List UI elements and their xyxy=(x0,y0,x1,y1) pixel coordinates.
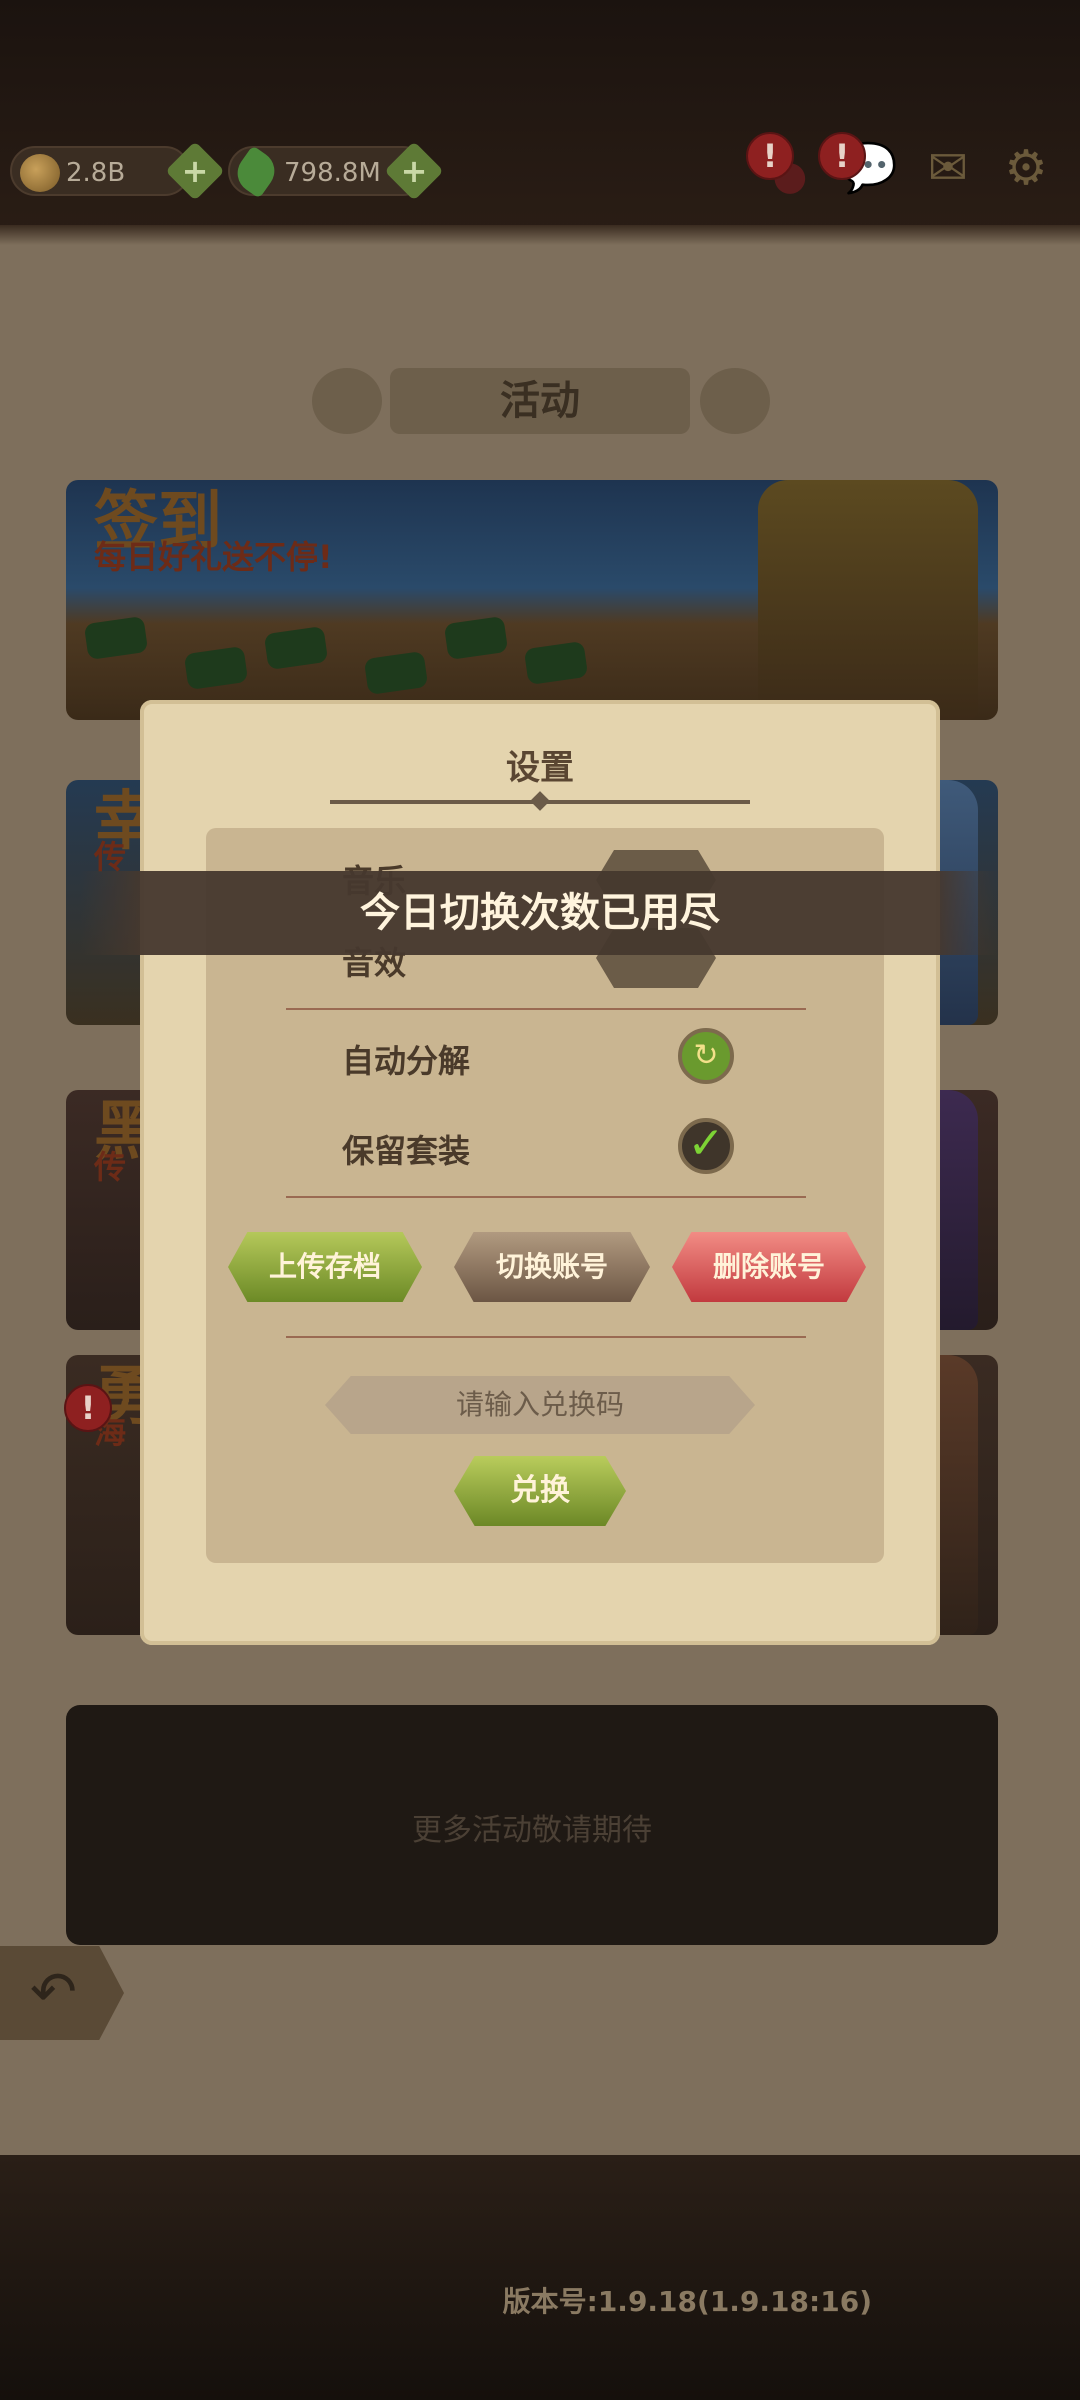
title-deco-icon xyxy=(312,368,382,434)
more-events-panel: 更多活动敬请期待 xyxy=(66,1705,998,1945)
hero-portrait xyxy=(758,480,978,720)
check-icon: ✓ xyxy=(687,1118,725,1169)
delete-account-button[interactable]: 删除账号 xyxy=(672,1232,866,1302)
keep-sets-label: 保留套装 xyxy=(342,1132,471,1170)
shrub-icon xyxy=(83,616,149,660)
back-arrow-icon: ↶ xyxy=(30,1960,77,2025)
top-bar xyxy=(0,0,1080,235)
plus-icon: + xyxy=(400,152,428,190)
shrub-icon xyxy=(263,626,329,670)
mail-icon[interactable]: ✉ xyxy=(920,140,976,196)
add-gold-button[interactable]: + xyxy=(165,141,225,201)
gear-icon[interactable]: ⚙ xyxy=(998,140,1054,196)
alert-badge: ! xyxy=(818,132,866,180)
gold-amount: 2.8B xyxy=(66,158,126,188)
redeem-button[interactable]: 兑换 xyxy=(454,1456,626,1526)
shrub-icon xyxy=(363,651,429,695)
card-subtitle: 每日好礼送不停! xyxy=(94,538,333,576)
switch-account-button[interactable]: 切换账号 xyxy=(454,1232,650,1302)
card-subtitle: 传 xyxy=(94,1148,127,1186)
redeem-code-input[interactable]: 请输入兑换码 xyxy=(325,1376,755,1434)
auto-decompose-label: 自动分解 xyxy=(342,1042,471,1080)
shrub-icon xyxy=(443,616,509,660)
divider-ornament xyxy=(530,791,550,811)
keep-sets-checkbox[interactable]: ✓ xyxy=(678,1118,734,1174)
shrub-icon xyxy=(183,646,249,690)
gem-amount: 798.8M xyxy=(284,158,381,188)
back-button[interactable]: ↶ xyxy=(0,1946,124,2040)
settings-title: 设置 xyxy=(506,748,574,788)
gold-coin-icon xyxy=(20,154,60,192)
alert-badge: ! xyxy=(746,132,794,180)
alert-badge: ! xyxy=(64,1384,112,1432)
add-gem-button[interactable]: + xyxy=(384,141,444,201)
toast-message: 今日切换次数已用尽 xyxy=(80,871,1000,955)
section-divider xyxy=(286,1336,806,1338)
event-card-checkin[interactable]: 签到 每日好礼送不停! xyxy=(66,480,998,720)
upload-save-button[interactable]: 上传存档 xyxy=(228,1232,422,1302)
shrub-icon xyxy=(523,641,589,685)
section-divider xyxy=(286,1196,806,1198)
bottom-bar xyxy=(0,2155,1080,2400)
gold-pill: 2.8B xyxy=(10,146,190,196)
refresh-icon: ↻ xyxy=(693,1038,719,1073)
more-events-text: 更多活动敬请期待 xyxy=(412,1813,652,1848)
title-deco-icon xyxy=(700,368,770,434)
activities-title: 活动 xyxy=(390,368,690,434)
section-divider xyxy=(286,1008,806,1010)
plus-icon: + xyxy=(181,152,209,190)
auto-decompose-toggle[interactable]: ↻ xyxy=(678,1028,734,1084)
version-label: 版本号:1.9.18(1.9.18:16) xyxy=(502,2285,872,2318)
gem-icon xyxy=(229,145,283,199)
